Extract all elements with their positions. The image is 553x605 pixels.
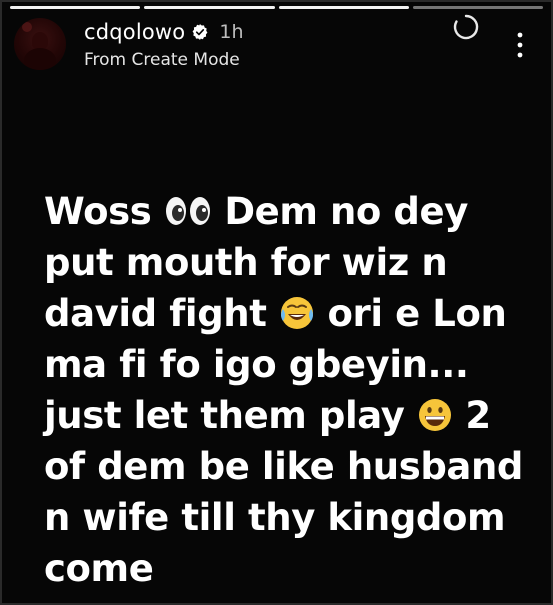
story-text-line: Woss Dem no dey <box>44 186 544 237</box>
story-text: Woss Dem no dey put mouth for wiz n davi… <box>44 186 544 594</box>
text-segment: david fight <box>44 292 279 335</box>
progress-segment <box>144 6 275 9</box>
story-text-line: david fight ori e Lon <box>44 288 544 339</box>
story-text-line: n wife till thy kingdom <box>44 492 544 543</box>
loading-spinner-icon <box>453 14 479 40</box>
story-text-line: of dem be like husband <box>44 441 544 492</box>
text-segment: of dem be like husband <box>44 445 524 488</box>
progress-segment <box>10 6 141 9</box>
text-segment: ori e Lon <box>315 292 507 335</box>
story-text-line: come <box>44 543 544 594</box>
text-segment: ma fi fo igo gbeyin... <box>44 343 469 386</box>
story-header: cdqolowo 1h From Create Mode <box>14 12 539 72</box>
story-text-line: just let them play 2 <box>44 390 544 441</box>
story-progress-bar <box>10 6 543 9</box>
story-frame: cdqolowo 1h From Create Mode Woss Dem no… <box>0 0 553 605</box>
post-time: 1h <box>219 21 244 43</box>
progress-segment <box>278 6 409 9</box>
avatar-body <box>24 48 56 70</box>
story-source-label: From Create Mode <box>84 50 240 70</box>
text-segment: come <box>44 547 154 590</box>
username-row: cdqolowo 1h <box>84 20 244 44</box>
text-segment: Dem no dey <box>211 190 468 233</box>
username[interactable]: cdqolowo <box>84 20 185 44</box>
tears-of-joy-emoji <box>281 297 313 329</box>
story-text-line: ma fi fo igo gbeyin... <box>44 339 544 390</box>
progress-segment <box>412 6 543 9</box>
text-segment: 2 <box>452 394 491 437</box>
text-segment: just let them play <box>44 394 417 437</box>
text-segment: put mouth for wiz n <box>44 241 448 284</box>
text-segment: Woss <box>44 190 164 233</box>
text-segment: n wife till thy kingdom <box>44 496 506 539</box>
avatar[interactable] <box>14 18 66 70</box>
eyes-emoji <box>165 197 210 225</box>
grinning-face-emoji <box>418 399 451 431</box>
avatar-glow <box>22 22 32 32</box>
story-text-line: put mouth for wiz n <box>44 237 544 288</box>
verified-badge-icon <box>192 24 208 40</box>
more-options-icon[interactable] <box>515 30 525 60</box>
